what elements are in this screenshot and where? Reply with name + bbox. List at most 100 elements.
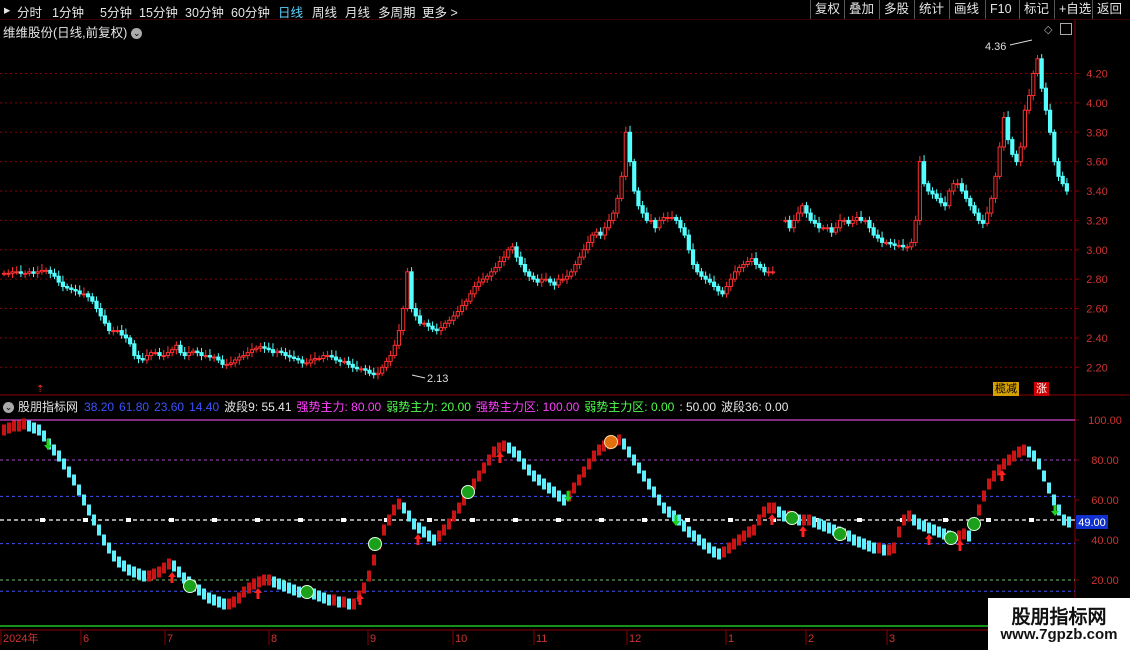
candle-body: [367, 369, 372, 374]
candle-body: [976, 212, 981, 221]
candle-body: [497, 261, 502, 268]
osc-bar: [442, 524, 446, 536]
osc-bar: [987, 478, 991, 490]
window-toggle-icon[interactable]: [1060, 23, 1072, 35]
osc-bar: [1037, 458, 1041, 470]
diamond-icon[interactable]: ◇: [1044, 23, 1052, 36]
candle-body: [930, 190, 935, 195]
osc-bar: [1032, 450, 1036, 462]
fifty-line-dot: [83, 518, 88, 522]
osc-bar: [202, 588, 206, 600]
osc-bar: [332, 594, 336, 606]
osc-bar: [52, 444, 56, 456]
candle-body: [380, 366, 385, 374]
osc-bar: [77, 484, 81, 496]
candle-body: [1010, 139, 1015, 155]
candle-body: [178, 344, 183, 354]
candle-body: [174, 344, 179, 351]
date-tick-label: 2: [808, 633, 814, 645]
osc-bar: [427, 530, 431, 542]
candle-body: [396, 330, 402, 346]
candle-body: [472, 286, 477, 295]
osc-bar: [407, 510, 411, 522]
osc-bar: [292, 584, 296, 596]
candle-body: [1035, 58, 1040, 75]
osc-bar: [337, 596, 341, 608]
osc-bar: [692, 530, 696, 542]
candle-body: [548, 278, 553, 283]
candle-body: [543, 278, 549, 281]
date-tick-label: 2024年: [3, 631, 38, 645]
indicator-dropdown-icon[interactable]: ⌄: [3, 402, 14, 414]
osc-bar: [637, 462, 641, 474]
osc-bar: [422, 526, 426, 538]
candle-body: [795, 212, 801, 221]
candle-body: [745, 261, 750, 265]
candle-body: [283, 352, 288, 357]
candle-body: [787, 219, 792, 229]
candle-body: [132, 343, 137, 357]
candle-body: [212, 356, 217, 359]
candle-body: [346, 360, 351, 365]
osc-bar: [2, 424, 6, 436]
candle-body: [317, 357, 322, 360]
fifty-line-dot: [986, 518, 991, 522]
indicator-value-9: : 50.00: [679, 400, 717, 414]
candle-body: [829, 227, 834, 233]
candle-body: [926, 183, 931, 192]
osc-bar: [82, 494, 86, 506]
candle-body: [90, 296, 95, 302]
indicator-value-2: 23.60: [154, 400, 185, 414]
candle-body: [115, 330, 120, 333]
candle-body: [56, 275, 61, 283]
candle-body: [443, 322, 448, 329]
candle-body: [325, 355, 330, 358]
tag-rise[interactable]: 涨: [1034, 382, 1049, 396]
candle-body: [1026, 95, 1032, 111]
fifty-line-dot: [255, 518, 260, 522]
osc-bar: [932, 524, 936, 536]
osc-bar: [732, 538, 736, 550]
osc-bar: [7, 422, 11, 434]
candle-body: [506, 249, 511, 258]
candle-body: [770, 271, 775, 274]
candle-body: [938, 197, 943, 204]
osc-bar: [457, 502, 461, 514]
candle-body: [195, 350, 200, 354]
candle-body: [703, 275, 708, 280]
osc-bar: [257, 576, 261, 588]
fifty-line-dot: [298, 518, 303, 522]
fifty-line-dot: [427, 518, 432, 522]
candle-body: [695, 263, 700, 273]
osc-bar: [627, 446, 631, 458]
fifty-line-dot: [642, 518, 647, 522]
low-arrow-line: [411, 374, 426, 379]
candle-body: [707, 278, 712, 283]
chart-canvas[interactable]: 4.20 4.00 3.80 3.60 3.40 3.20 3.00 2.80 2.60 2.40…: [0, 0, 1130, 650]
date-tick-label: 7: [167, 633, 173, 645]
osc-bar: [1067, 516, 1071, 528]
osc-bar: [397, 498, 401, 510]
candle-body: [636, 190, 641, 207]
osc-bar: [767, 502, 771, 514]
candle-body: [611, 212, 616, 221]
candle-body: [674, 216, 679, 221]
osc-bar: [232, 596, 236, 608]
indicator-value-1: 61.80: [119, 400, 150, 414]
osc-bar: [157, 566, 161, 578]
candle-body: [485, 275, 490, 280]
osc-bar: [862, 538, 866, 550]
osc-bar: [772, 502, 776, 514]
indicator-name[interactable]: 股朋指标网: [18, 400, 78, 414]
candle-body: [422, 322, 427, 325]
tag-decrease[interactable]: 榄减: [993, 382, 1019, 396]
signal-circle-icon: [833, 527, 847, 541]
buy-arrow-icon: [254, 588, 262, 599]
candle-body: [107, 322, 112, 332]
candle-body: [1018, 146, 1023, 163]
osc-bar: [867, 540, 871, 552]
candle-body: [258, 346, 263, 349]
buy-arrow-icon: [956, 540, 964, 551]
candle-body: [413, 308, 418, 317]
candle-body: [539, 278, 544, 283]
